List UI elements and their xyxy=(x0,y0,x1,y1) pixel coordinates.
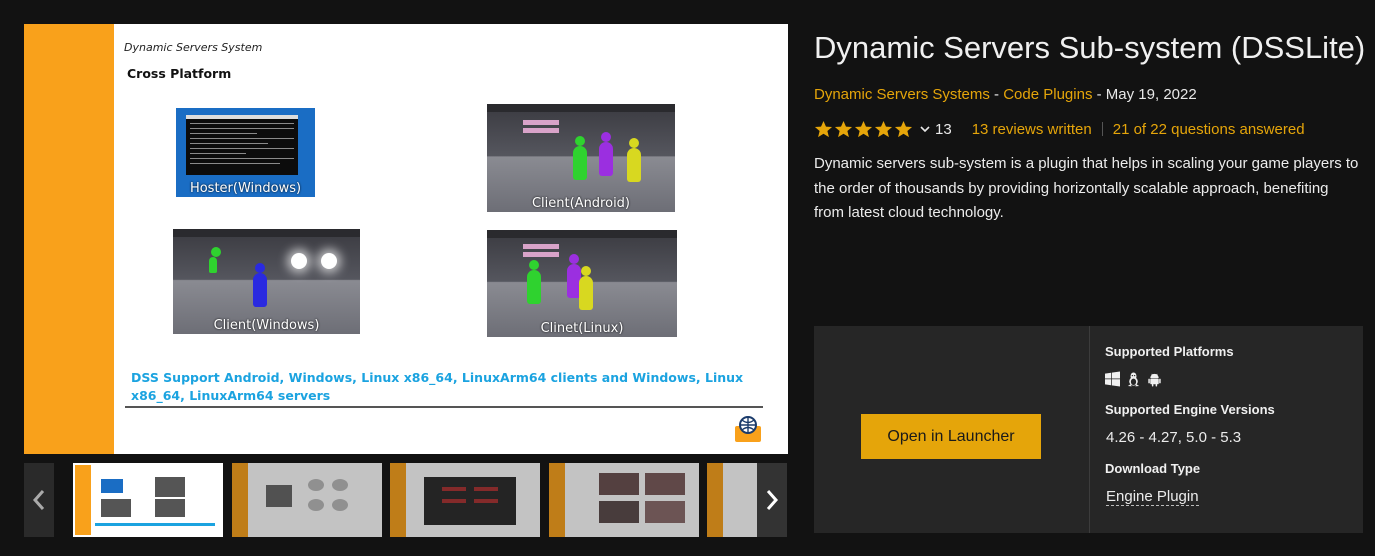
reviews-link[interactable]: 13 reviews written xyxy=(972,121,1092,138)
thumbnail-5[interactable] xyxy=(707,463,757,537)
dss-logo-icon xyxy=(735,416,761,442)
star-icon xyxy=(854,120,873,137)
supported-platforms-label: Supported Platforms xyxy=(1105,344,1234,359)
screenshot-client-android: Client(Android) xyxy=(487,104,675,212)
slide-footer-text: DSS Support Android, Windows, Linux x86_… xyxy=(131,370,744,403)
slide-subtitle: Dynamic Servers System xyxy=(124,41,263,54)
category-link[interactable]: Code Plugins xyxy=(1003,86,1092,103)
windows-icon xyxy=(1105,371,1120,387)
rating-row: 13 13 reviews written 21 of 22 questions… xyxy=(814,118,1305,140)
slide-heading: Cross Platform xyxy=(127,66,232,81)
open-in-launcher-button[interactable]: Open in Launcher xyxy=(861,414,1041,459)
caption-linux: Clinet(Linux) xyxy=(540,321,624,336)
slide-divider xyxy=(125,406,763,408)
download-type-link[interactable]: Engine Plugin xyxy=(1106,488,1199,506)
caption-hoster: Hoster(Windows) xyxy=(189,181,302,196)
seller-link[interactable]: Dynamic Servers Systems xyxy=(814,86,990,103)
screenshot-client-windows: Client(Windows) xyxy=(173,229,360,334)
slide-accent-bar xyxy=(24,24,114,454)
gallery-main-image[interactable]: Dynamic Servers System Cross Platform Ho… xyxy=(24,24,788,454)
meta-separator: - xyxy=(1092,86,1106,103)
android-icon xyxy=(1148,373,1161,387)
meta-separator: - xyxy=(989,86,1004,103)
engine-versions-label: Supported Engine Versions xyxy=(1105,402,1275,417)
terminal-window xyxy=(186,115,298,175)
release-date: May 19, 2022 xyxy=(1105,86,1197,103)
thumbnail-3[interactable] xyxy=(390,463,540,537)
chevron-left-icon xyxy=(32,490,45,510)
product-meta: Dynamic Servers Systems - Code Plugins -… xyxy=(814,86,1197,103)
rating-count: 13 xyxy=(935,120,952,138)
divider xyxy=(1101,122,1103,136)
caption-windows: Client(Windows) xyxy=(213,318,320,333)
star-icon xyxy=(814,120,833,137)
product-description: Dynamic servers sub-system is a plugin t… xyxy=(814,155,1359,221)
rating-stars[interactable] xyxy=(814,120,913,139)
star-icon xyxy=(834,120,853,137)
chevron-right-icon xyxy=(766,490,779,510)
download-type-label: Download Type xyxy=(1105,461,1201,476)
chevron-down-icon[interactable] xyxy=(919,123,931,135)
card-divider xyxy=(1089,326,1090,533)
thumbnail-prev-button[interactable] xyxy=(24,463,54,537)
product-title: Dynamic Servers Sub-system (DSSLite) xyxy=(814,30,1366,65)
thumbnail-next-button[interactable] xyxy=(757,463,787,537)
screenshot-hoster-windows: Hoster(Windows) xyxy=(176,108,315,197)
engine-versions-value: 4.26 - 4.27, 5.0 - 5.3 xyxy=(1106,429,1242,446)
caption-android: Client(Android) xyxy=(531,196,631,211)
platform-icons xyxy=(1105,371,1162,387)
screenshot-client-linux: Clinet(Linux) xyxy=(487,230,677,337)
thumbnail-4[interactable] xyxy=(549,463,699,537)
thumbnail-2[interactable] xyxy=(232,463,382,537)
questions-link[interactable]: 21 of 22 questions answered xyxy=(1113,121,1305,138)
linux-icon xyxy=(1127,372,1140,387)
star-icon xyxy=(894,120,913,137)
thumbnail-1[interactable] xyxy=(73,463,223,537)
star-icon xyxy=(874,120,893,137)
